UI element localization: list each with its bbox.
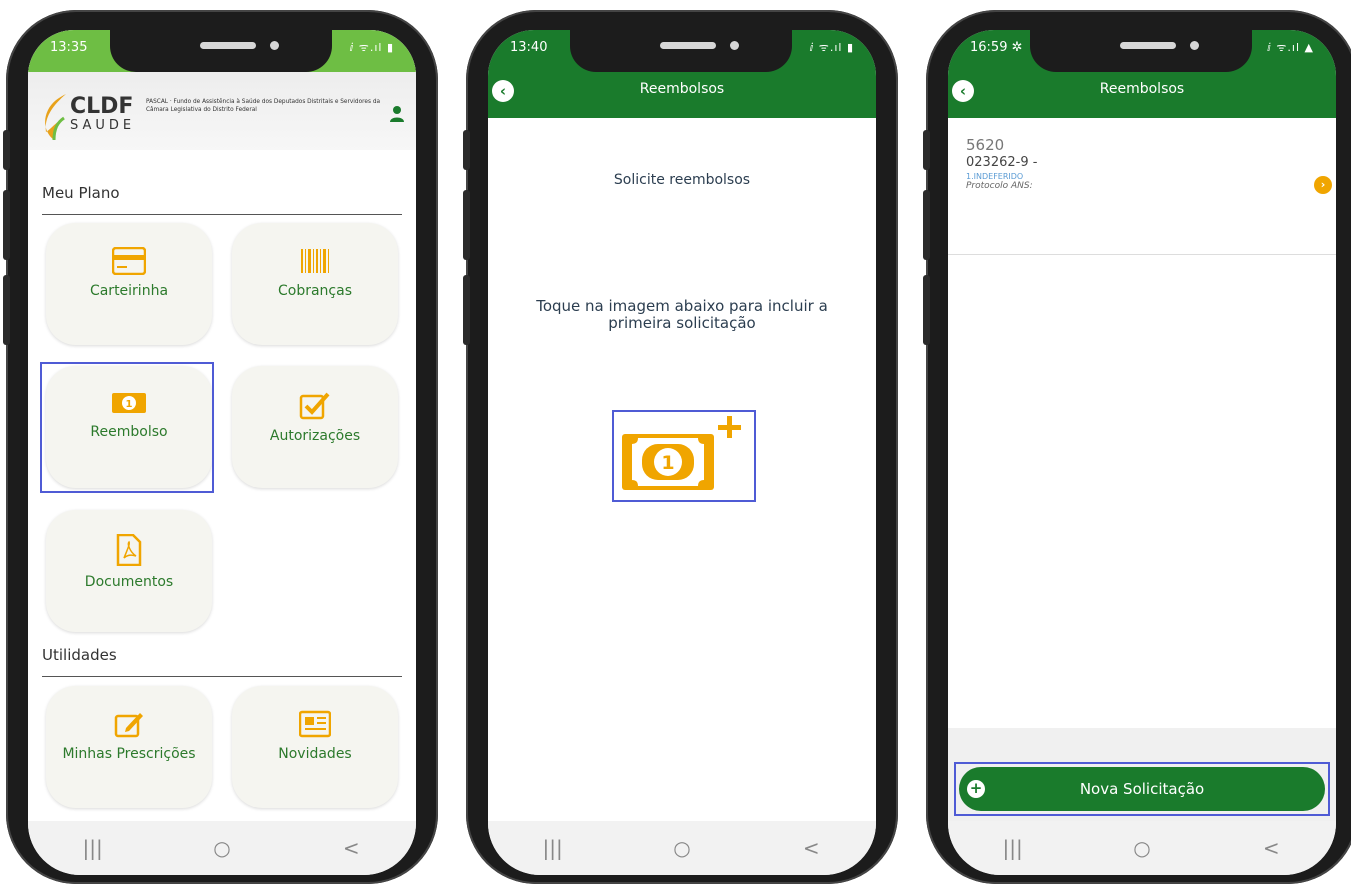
notch xyxy=(110,30,332,72)
page-title: Reembolsos xyxy=(639,81,725,97)
recent-apps-button[interactable]: ||| xyxy=(983,836,1043,860)
home-button[interactable]: ○ xyxy=(652,836,712,860)
new-request-button[interactable]: + Nova Solicitação xyxy=(959,767,1325,811)
empty-hint: Toque na imagem abaixo para incluir a pr… xyxy=(536,297,828,332)
side-button xyxy=(923,190,930,260)
divider xyxy=(42,676,402,677)
screen-reembolsos-empty: 13:40 ⅈ ᯤ.ıl ▮ ‹ Reembolsos Solicite ree… xyxy=(488,30,876,875)
barcode-icon xyxy=(301,249,329,273)
home-button[interactable]: ○ xyxy=(1112,836,1172,860)
notch xyxy=(570,30,792,72)
status-time: 13:35 xyxy=(50,40,88,55)
user-icon[interactable] xyxy=(390,106,404,122)
side-button xyxy=(3,275,10,345)
status-time: 16:59 ✲ xyxy=(970,40,1023,55)
side-button xyxy=(463,130,470,170)
divider xyxy=(42,214,402,215)
side-button xyxy=(3,130,10,170)
android-navbar: ||| ○ < xyxy=(28,821,416,875)
pdf-icon xyxy=(116,534,142,566)
leaf-logo-icon xyxy=(45,94,66,141)
tile-label: Carteirinha xyxy=(89,283,169,299)
tile-novidades[interactable]: Novidades xyxy=(232,686,398,808)
new-request-label: Nova Solicitação xyxy=(1079,780,1205,798)
add-reimbursement-button[interactable]: 1 xyxy=(612,410,756,502)
home-button[interactable]: ○ xyxy=(192,836,252,860)
logo-name: CLDF xyxy=(70,94,134,119)
svg-text:1: 1 xyxy=(661,452,674,474)
status-icons: ⅈ ᯤ.ıl ▮ xyxy=(809,41,854,54)
side-button xyxy=(463,190,470,260)
logo-description: PASCAL · Fundo de Assistência à Saúde do… xyxy=(146,99,381,113)
tile-autorizacoes[interactable]: Autorizações xyxy=(232,366,398,488)
app-title-bar: ‹ Reembolsos xyxy=(488,72,876,118)
back-button[interactable]: < xyxy=(1241,836,1301,860)
phone-1: 13:35 ⅈ ᯤ.ıl ▮ CLDF SAUDE PASCAL · Fundo… xyxy=(3,10,438,884)
reimbursement-list-item[interactable]: 5620 023262-9 - 1.INDEFERIDO Protocolo A… xyxy=(948,118,1336,255)
card-icon xyxy=(112,247,146,275)
plus-icon: + xyxy=(967,780,985,798)
section-utilidades: Utilidades xyxy=(42,646,117,664)
app-title-bar: ‹ Reembolsos xyxy=(948,72,1336,118)
edit-icon xyxy=(114,713,143,738)
back-button[interactable]: < xyxy=(321,836,381,860)
side-button xyxy=(923,130,930,170)
page-subtitle: Solicite reembolsos xyxy=(613,172,751,188)
tile-documentos[interactable]: Documentos xyxy=(46,510,212,632)
status-time: 13:40 xyxy=(510,40,548,55)
item-status: 1.INDEFERIDO xyxy=(966,172,1024,181)
news-icon xyxy=(299,710,331,738)
item-number: 023262-9 - xyxy=(966,155,1038,170)
tile-label: Documentos xyxy=(84,574,174,590)
money-plus-icon: 1 xyxy=(622,416,741,490)
tile-label: Minhas Prescrições xyxy=(62,746,196,762)
android-navbar: ||| ○ < xyxy=(948,821,1336,875)
phone-2: 13:40 ⅈ ᯤ.ıl ▮ ‹ Reembolsos Solicite ree… xyxy=(463,10,898,884)
section-meu-plano: Meu Plano xyxy=(42,184,120,202)
back-button[interactable]: < xyxy=(781,836,841,860)
screen-reembolsos-list: 16:59 ✲ ⅈ ᯤ.ıl ▲ ‹ Reembolsos 5620 02326… xyxy=(948,30,1336,875)
side-button xyxy=(463,275,470,345)
side-button xyxy=(923,275,930,345)
status-icons: ⅈ ᯤ.ıl ▲ xyxy=(1267,41,1314,54)
phone-3: 16:59 ✲ ⅈ ᯤ.ıl ▲ ‹ Reembolsos 5620 02326… xyxy=(923,10,1351,884)
highlight-reembolso xyxy=(40,362,214,493)
android-navbar: ||| ○ < xyxy=(488,821,876,875)
tile-cobrancas[interactable]: Cobranças xyxy=(232,223,398,345)
notch xyxy=(1030,30,1252,72)
chevron-right-icon[interactable]: › xyxy=(1314,176,1332,194)
page-title: Reembolsos xyxy=(1099,81,1185,97)
tile-label: Cobranças xyxy=(277,283,352,299)
highlight-new-request: + Nova Solicitação xyxy=(954,762,1330,816)
screen-home: 13:35 ⅈ ᯤ.ıl ▮ CLDF SAUDE PASCAL · Fundo… xyxy=(28,30,416,875)
status-icons: ⅈ ᯤ.ıl ▮ xyxy=(349,41,394,54)
tile-label: Autorizações xyxy=(269,428,361,444)
checkbox-icon xyxy=(299,392,330,420)
logo-sub: SAUDE xyxy=(70,118,136,133)
tile-carteirinha[interactable]: Carteirinha xyxy=(46,223,212,345)
item-id: 5620 xyxy=(966,136,1005,154)
recent-apps-button[interactable]: ||| xyxy=(523,836,583,860)
tile-label: Novidades xyxy=(278,746,352,762)
recent-apps-button[interactable]: ||| xyxy=(63,836,123,860)
item-protocol: Protocolo ANS: xyxy=(966,181,1033,191)
cldf-logo: CLDF SAUDE PASCAL · Fundo de Assistência… xyxy=(42,92,382,142)
tile-minhas-prescricoes[interactable]: Minhas Prescrições xyxy=(46,686,212,808)
side-button xyxy=(3,190,10,260)
